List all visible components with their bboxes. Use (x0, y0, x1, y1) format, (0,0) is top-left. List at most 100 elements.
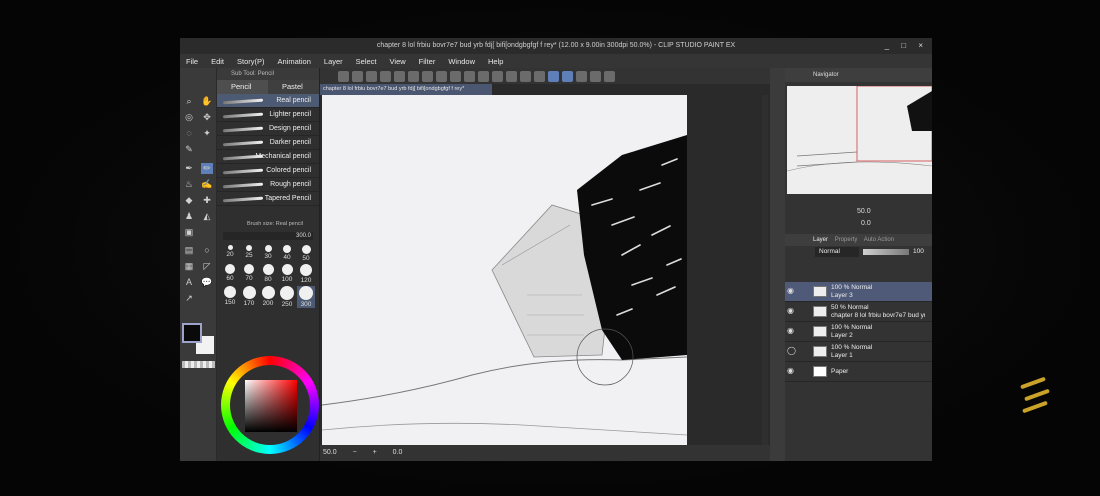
layer-row[interactable]: ◯ 100 % Normal Layer 1 (785, 342, 932, 362)
size-preset[interactable]: 250 (278, 286, 296, 308)
snap-grid-icon[interactable] (576, 70, 587, 82)
eyedropper-icon[interactable]: ✎ (183, 144, 195, 155)
size-preset[interactable]: 30 (259, 245, 277, 262)
size-preset[interactable]: 150 (221, 286, 239, 308)
save-icon[interactable] (366, 70, 377, 82)
blend-mode-select[interactable]: Normal (815, 247, 859, 257)
deselect-icon[interactable] (506, 70, 517, 82)
menu-view[interactable]: View (390, 57, 406, 66)
menu-window[interactable]: Window (448, 57, 475, 66)
move-icon[interactable]: ✥ (201, 112, 213, 123)
pencil-icon[interactable]: ✏ (201, 163, 213, 174)
vertical-scrollbar[interactable] (762, 95, 768, 445)
window-controls[interactable]: _ □ × (885, 38, 928, 54)
operation-icon[interactable]: ◎ (183, 112, 195, 123)
brush-tapered-pencil[interactable]: Tapered Pencil (217, 192, 319, 206)
eraser-icon[interactable]: ◆ (183, 195, 195, 206)
size-preset[interactable]: 40 (278, 245, 296, 262)
snap-special-ruler-icon[interactable] (562, 70, 573, 82)
undo-icon[interactable] (422, 70, 433, 82)
menu-file[interactable]: File (186, 57, 198, 66)
eye-icon[interactable]: ◉ (787, 306, 794, 315)
document-tab[interactable]: chapter 8 lol frbiu bovr7e7 bud yrb fdj[… (320, 84, 492, 95)
blend-icon[interactable]: ♟ (183, 211, 195, 222)
drawing-canvas[interactable] (322, 95, 687, 445)
fill-tool-icon[interactable]: ◭ (201, 211, 213, 222)
zoom-out-icon[interactable]: − (353, 449, 357, 456)
menu-filter[interactable]: Filter (419, 57, 436, 66)
open-file-icon[interactable] (352, 70, 363, 82)
size-preset[interactable]: 50 (297, 245, 315, 262)
layer-row[interactable]: ◉ 100 % Normal Layer 3 (785, 282, 932, 302)
assets-icon[interactable] (604, 70, 615, 82)
invert-selection-icon[interactable] (520, 70, 531, 82)
brush-colored-pencil[interactable]: Colored pencil (217, 164, 319, 178)
tab-pastel[interactable]: Pastel (268, 80, 319, 94)
brush-darker-pencil[interactable]: Darker pencil (217, 136, 319, 150)
main-color-swatch[interactable] (182, 323, 202, 343)
airbrush-icon[interactable]: ✍ (201, 179, 213, 190)
menu-layer[interactable]: Layer (324, 57, 343, 66)
brush-design-pencil[interactable]: Design pencil (217, 122, 319, 136)
navigator-tab[interactable]: Navigator (785, 68, 932, 82)
cloud-icon[interactable] (408, 70, 419, 82)
layer-row[interactable]: ◉ 50 % Normal chapter 8 lol frbiu bovr7e… (785, 302, 932, 322)
rotation-value[interactable]: 0.0 (393, 449, 403, 456)
size-preset[interactable]: 70 (240, 264, 258, 284)
eye-icon[interactable]: ◉ (787, 286, 794, 295)
menu-edit[interactable]: Edit (211, 57, 224, 66)
tab-property[interactable]: Property (835, 237, 858, 243)
menu-animation[interactable]: Animation (278, 57, 311, 66)
saturation-value-square[interactable] (245, 380, 297, 432)
pen-icon[interactable]: ✒ (183, 163, 195, 174)
export-icon[interactable] (380, 70, 391, 82)
ellipse-icon[interactable]: ○ (201, 245, 213, 256)
frame-icon[interactable]: ▦ (183, 261, 195, 272)
eye-icon[interactable]: ◉ (787, 326, 794, 335)
transparent-color-swatch[interactable] (182, 361, 215, 368)
snap-ruler-icon[interactable] (548, 70, 559, 82)
eye-icon[interactable]: ◯ (787, 346, 796, 355)
brush-rough-pencil[interactable]: Rough pencil (217, 178, 319, 192)
brush-icon[interactable]: ♨ (183, 179, 195, 190)
opacity-value[interactable]: 100 (913, 246, 924, 258)
transform-icon[interactable] (492, 70, 503, 82)
decoration-icon[interactable]: ✚ (201, 195, 213, 206)
show-selection-icon[interactable] (534, 70, 545, 82)
navigator-zoom[interactable]: 50.0 (857, 208, 871, 215)
brush-mechanical-pencil[interactable]: Mechanical pencil (217, 150, 319, 164)
navigator-angle[interactable]: 0.0 (861, 220, 871, 227)
size-preset[interactable]: 170 (240, 286, 258, 308)
hand-icon[interactable]: ✋ (201, 96, 213, 107)
gradient-icon[interactable]: ▤ (183, 245, 195, 256)
size-preset[interactable]: 120 (297, 264, 315, 284)
print-icon[interactable] (394, 70, 405, 82)
loading-icon[interactable] (450, 70, 461, 82)
magic-wand-icon[interactable]: ✦ (201, 128, 213, 139)
clear-icon[interactable] (464, 70, 475, 82)
navigator-preview[interactable] (787, 86, 932, 194)
settings-icon[interactable] (590, 70, 601, 82)
fill-icon[interactable] (478, 70, 489, 82)
menu-help[interactable]: Help (488, 57, 503, 66)
zoom-value[interactable]: 50.0 (323, 449, 337, 456)
balloon-icon[interactable]: 💬 (201, 277, 213, 288)
size-preset[interactable]: 60 (221, 264, 239, 284)
opacity-slider[interactable] (863, 249, 909, 255)
size-preset[interactable]: 100 (278, 264, 296, 284)
layer-row[interactable]: ◉ Paper (785, 362, 932, 382)
menu-story[interactable]: Story(P) (237, 57, 265, 66)
figure-icon[interactable]: ▣ (183, 227, 195, 238)
tab-pencil[interactable]: Pencil (217, 80, 268, 94)
zoom-in-icon[interactable]: + (373, 449, 377, 456)
size-preset[interactable]: 200 (259, 286, 277, 308)
tab-auto-action[interactable]: Auto Action (864, 237, 894, 243)
brush-lighter-pencil[interactable]: Lighter pencil (217, 108, 319, 122)
size-preset[interactable]: 80 (259, 264, 277, 284)
lasso-icon[interactable]: ◌ (183, 128, 195, 139)
size-preset-selected[interactable]: 300 (297, 286, 315, 308)
new-file-icon[interactable] (338, 70, 349, 82)
size-preset[interactable]: 20 (221, 245, 239, 262)
eye-icon[interactable]: ◉ (787, 366, 794, 375)
redo-icon[interactable] (436, 70, 447, 82)
